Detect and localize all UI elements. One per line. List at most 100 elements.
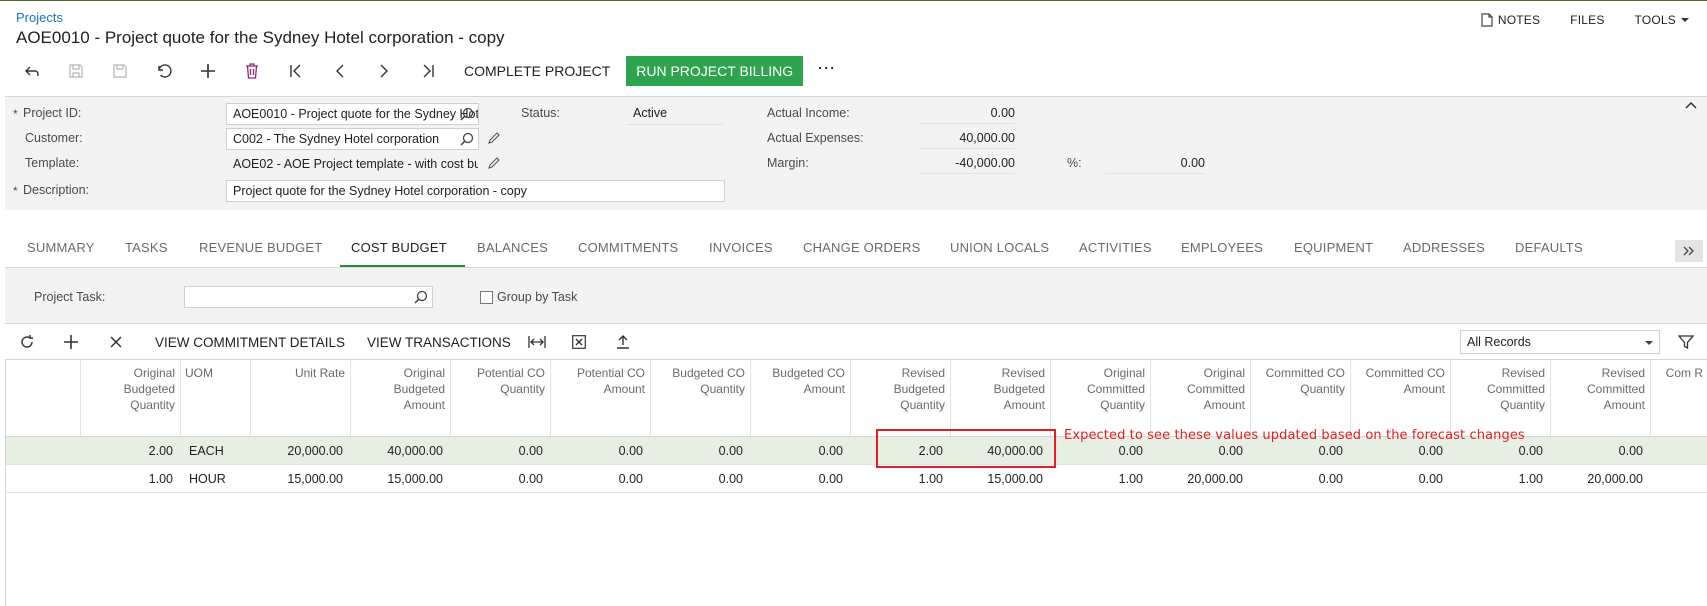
- table-cell[interactable]: 40,000.00: [351, 437, 451, 465]
- column-header[interactable]: Revised Budgeted Amount: [951, 360, 1051, 436]
- records-filter-select[interactable]: All Records: [1460, 330, 1660, 354]
- table-cell[interactable]: 20,000.00: [1551, 465, 1651, 493]
- tab-revenue-budget[interactable]: REVENUE BUDGET: [199, 240, 322, 255]
- table-cell[interactable]: [6, 465, 81, 493]
- back-button[interactable]: [10, 54, 54, 88]
- column-header[interactable]: Original Committed Quantity: [1051, 360, 1151, 436]
- view-commitment-details-button[interactable]: VIEW COMMITMENT DETAILS: [141, 325, 359, 359]
- undo-button[interactable]: [142, 54, 186, 88]
- collapse-button[interactable]: [1685, 101, 1697, 109]
- save-button[interactable]: [98, 54, 142, 88]
- group-by-task-checkbox[interactable]: Group by Task: [480, 290, 577, 304]
- column-header[interactable]: Potential CO Quantity: [451, 360, 551, 436]
- breadcrumb[interactable]: Projects: [16, 10, 63, 25]
- project-task-input[interactable]: [184, 286, 433, 308]
- table-row[interactable]: 1.00 HOUR 15,000.00 15,000.00 0.00 0.00 …: [6, 465, 1707, 493]
- tab-summary[interactable]: SUMMARY: [27, 240, 95, 255]
- fit-columns-button[interactable]: [528, 335, 546, 349]
- column-header[interactable]: Original Budgeted Amount: [351, 360, 451, 436]
- column-header[interactable]: Budgeted CO Amount: [751, 360, 851, 436]
- search-icon[interactable]: [414, 290, 428, 304]
- export-excel-button[interactable]: [572, 335, 586, 349]
- tab-commitments[interactable]: COMMITMENTS: [578, 240, 678, 255]
- table-cell[interactable]: 0.00: [1251, 465, 1351, 493]
- tab-addresses[interactable]: ADDRESSES: [1403, 240, 1485, 255]
- refresh-button[interactable]: [19, 334, 35, 350]
- table-cell[interactable]: 15,000.00: [951, 465, 1051, 493]
- tab-change-orders[interactable]: CHANGE ORDERS: [803, 240, 920, 255]
- delete-button[interactable]: [230, 54, 274, 88]
- column-header[interactable]: [6, 360, 81, 436]
- column-header[interactable]: Unit Rate: [251, 360, 351, 436]
- table-cell[interactable]: 2.00: [81, 437, 181, 465]
- notes-button[interactable]: NOTES: [1481, 13, 1540, 27]
- tab-balances[interactable]: BALANCES: [477, 240, 548, 255]
- table-cell[interactable]: 1.00: [81, 465, 181, 493]
- tab-invoices[interactable]: INVOICES: [709, 240, 773, 255]
- tab-defaults[interactable]: DEFAULTS: [1515, 240, 1583, 255]
- more-actions-button[interactable]: ⋯: [803, 54, 849, 88]
- table-cell[interactable]: 0.00: [651, 465, 751, 493]
- table-cell[interactable]: 0.00: [451, 465, 551, 493]
- checkbox-box[interactable]: [480, 290, 493, 304]
- table-cell[interactable]: 15,000.00: [351, 465, 451, 493]
- table-cell[interactable]: 0.00: [1351, 465, 1451, 493]
- view-transactions-button[interactable]: VIEW TRANSACTIONS: [353, 325, 525, 359]
- files-button[interactable]: FILES: [1570, 13, 1604, 27]
- table-cell[interactable]: 0.00: [751, 437, 851, 465]
- column-header[interactable]: Revised Committed Quantity: [1451, 360, 1551, 436]
- tab-activities[interactable]: ACTIVITIES: [1079, 240, 1152, 255]
- next-record-button[interactable]: [362, 54, 406, 88]
- column-header[interactable]: Potential CO Amount: [551, 360, 651, 436]
- column-header[interactable]: Original Committed Amount: [1151, 360, 1251, 436]
- table-cell[interactable]: HOUR: [181, 465, 251, 493]
- add-button[interactable]: [186, 54, 230, 88]
- table-cell[interactable]: 0.00: [451, 437, 551, 465]
- table-cell[interactable]: 0.00: [751, 465, 851, 493]
- table-cell[interactable]: 1.00: [851, 465, 951, 493]
- project-id-input[interactable]: AOE0010 - Project quote for the Sydney H…: [226, 103, 479, 125]
- column-header[interactable]: Committed CO Quantity: [1251, 360, 1351, 436]
- delete-row-button[interactable]: [109, 335, 123, 349]
- tabs-overflow-button[interactable]: [1675, 240, 1703, 262]
- save-close-button[interactable]: [54, 54, 98, 88]
- table-cell[interactable]: EACH: [181, 437, 251, 465]
- table-cell[interactable]: 20,000.00: [1151, 465, 1251, 493]
- first-record-button[interactable]: [274, 54, 318, 88]
- search-icon[interactable]: [460, 107, 474, 121]
- table-cell[interactable]: 20,000.00: [251, 437, 351, 465]
- column-header[interactable]: Revised Budgeted Quantity: [851, 360, 951, 436]
- edit-customer-icon[interactable]: [487, 131, 501, 145]
- description-input[interactable]: Project quote for the Sydney Hotel corpo…: [226, 180, 725, 202]
- column-header[interactable]: Com R: [1651, 360, 1707, 436]
- table-cell[interactable]: 0.00: [551, 437, 651, 465]
- tab-cost-budget[interactable]: COST BUDGET: [351, 240, 447, 255]
- tools-button[interactable]: TOOLS: [1635, 13, 1689, 27]
- column-header[interactable]: Budgeted CO Quantity: [651, 360, 751, 436]
- table-cell[interactable]: 1.00: [1451, 465, 1551, 493]
- table-cell[interactable]: 1.00: [1051, 465, 1151, 493]
- table-cell[interactable]: 0.00: [651, 437, 751, 465]
- search-icon[interactable]: [460, 132, 474, 146]
- table-cell[interactable]: 0.00: [1551, 437, 1651, 465]
- filter-button[interactable]: [1678, 334, 1694, 350]
- table-cell[interactable]: 15,000.00: [251, 465, 351, 493]
- complete-project-button[interactable]: COMPLETE PROJECT: [450, 54, 624, 88]
- edit-template-icon[interactable]: [487, 156, 501, 170]
- column-header[interactable]: UOM: [181, 360, 251, 436]
- previous-record-button[interactable]: [318, 54, 362, 88]
- run-project-billing-button[interactable]: RUN PROJECT BILLING: [626, 56, 804, 86]
- add-row-button[interactable]: [63, 334, 79, 350]
- customer-input[interactable]: C002 - The Sydney Hotel corporation: [226, 128, 479, 150]
- tab-union-locals[interactable]: UNION LOCALS: [950, 240, 1049, 255]
- table-cell[interactable]: [1651, 437, 1707, 465]
- table-cell[interactable]: 0.00: [551, 465, 651, 493]
- tab-employees[interactable]: EMPLOYEES: [1181, 240, 1263, 255]
- column-header[interactable]: Revised Committed Amount: [1551, 360, 1651, 436]
- last-record-button[interactable]: [406, 54, 450, 88]
- column-header[interactable]: Original Budgeted Quantity: [81, 360, 181, 436]
- tab-equipment[interactable]: EQUIPMENT: [1294, 240, 1373, 255]
- tab-tasks[interactable]: TASKS: [125, 240, 168, 255]
- table-cell[interactable]: [1651, 465, 1707, 493]
- table-cell[interactable]: [6, 437, 81, 465]
